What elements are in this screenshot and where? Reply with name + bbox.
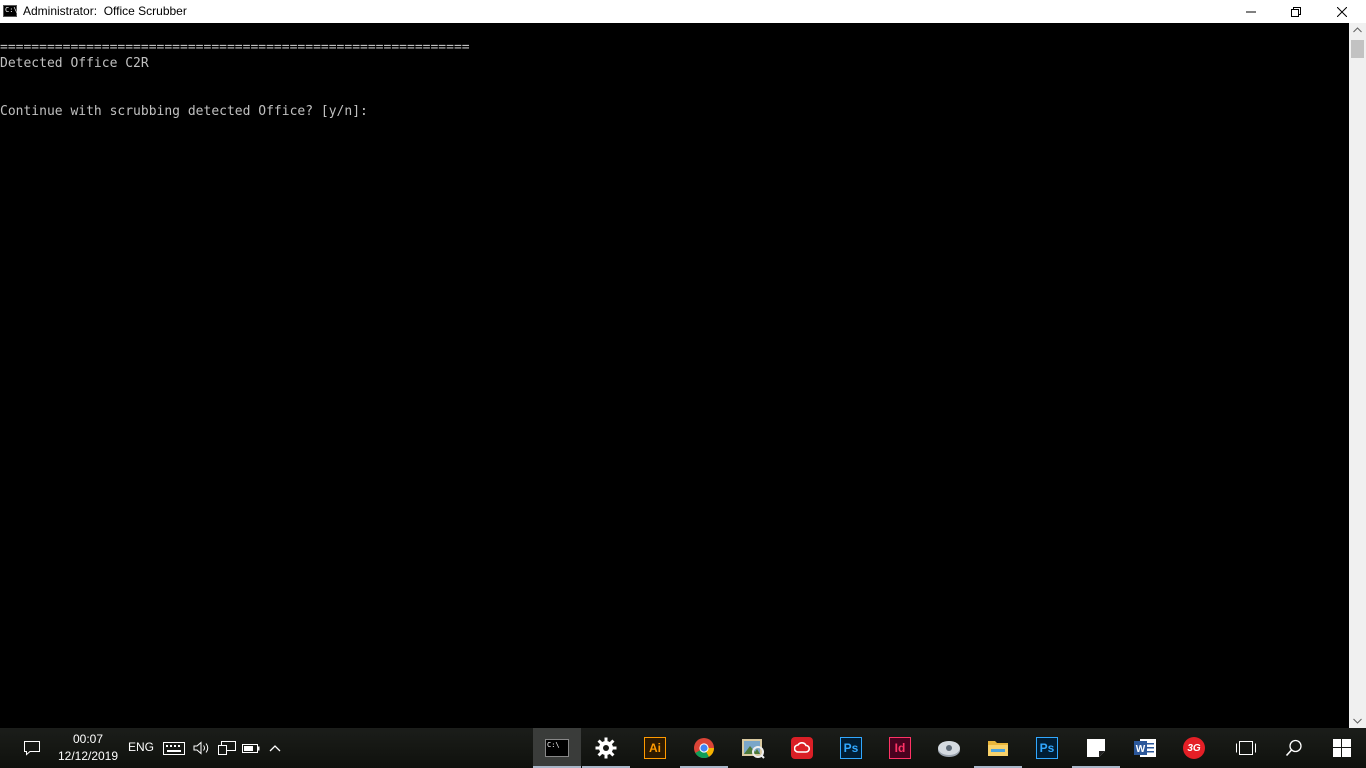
svg-text:W: W <box>1136 744 1146 755</box>
taskbar-app-file-explorer[interactable] <box>974 728 1022 768</box>
taskbar-app-command-prompt[interactable]: C:\ <box>533 728 581 768</box>
action-center-button[interactable] <box>16 728 48 768</box>
taskbar-app-chrome[interactable] <box>680 728 728 768</box>
taskbar-app-sticky-notes[interactable] <box>1072 728 1120 768</box>
disk-utility-icon <box>938 741 960 757</box>
console-output[interactable]: ========================================… <box>0 23 1349 728</box>
network-icon <box>218 741 236 755</box>
battery-icon <box>242 744 260 753</box>
taskbar-app-indesign[interactable]: Id <box>876 728 924 768</box>
taskbar-app-illustrator[interactable]: Ai <box>631 728 679 768</box>
restore-icon <box>1291 6 1301 17</box>
chrome-icon <box>694 738 715 759</box>
photos-icon <box>742 739 765 759</box>
scroll-up-icon[interactable] <box>1353 27 1362 33</box>
touch-keyboard-button[interactable] <box>160 728 188 768</box>
notification-icon <box>24 741 40 756</box>
search-button[interactable] <box>1270 728 1318 768</box>
close-icon <box>1337 6 1347 17</box>
prompt-line: Continue with scrubbing detected Office?… <box>0 104 368 119</box>
battery-button[interactable] <box>239 728 263 768</box>
detected-office-line: Detected Office C2R <box>0 56 149 71</box>
taskbar-app-settings[interactable] <box>582 728 630 768</box>
folder-icon <box>988 741 1008 756</box>
clock[interactable]: 00:07 12/12/2019 <box>50 731 126 765</box>
chevron-up-icon <box>269 745 281 752</box>
minimize-icon <box>1246 11 1256 12</box>
clock-date: 12/12/2019 <box>57 749 119 763</box>
indesign-icon: Id <box>889 737 911 759</box>
taskbar-app-photos[interactable] <box>729 728 777 768</box>
taskbar-app-photoshop[interactable]: Ps <box>827 728 875 768</box>
app-3g-icon: 3G <box>1183 737 1205 759</box>
taskbar-app-creative-cloud[interactable] <box>778 728 826 768</box>
task-view-icon <box>1236 741 1256 755</box>
taskbar-app-word[interactable]: W <box>1121 728 1169 768</box>
task-view-button[interactable] <box>1222 728 1270 768</box>
start-button[interactable] <box>1318 728 1366 768</box>
taskbar: 00:07 12/12/2019 ENG C:\ Ai Ps Id Ps W 3… <box>0 728 1366 768</box>
scroll-down-icon[interactable] <box>1353 718 1362 724</box>
minimize-button[interactable] <box>1228 0 1274 23</box>
taskbar-app-3g[interactable]: 3G <box>1170 728 1218 768</box>
keyboard-icon <box>163 741 185 755</box>
photoshop-icon: Ps <box>840 737 862 759</box>
cmd-window-icon[interactable]: C:\ <box>3 5 18 17</box>
window-title: Administrator: Office Scrubber <box>23 4 187 18</box>
photoshop-icon: Ps <box>1036 737 1058 759</box>
gear-icon <box>595 737 617 759</box>
clock-time: 00:07 <box>72 732 104 746</box>
scroll-thumb[interactable] <box>1351 40 1364 58</box>
language-indicator[interactable]: ENG <box>128 740 154 754</box>
close-button[interactable] <box>1319 0 1365 23</box>
restore-button[interactable] <box>1273 0 1319 23</box>
cmd-icon: C:\ <box>545 739 569 757</box>
separator-line: ========================================… <box>0 40 470 55</box>
network-button[interactable] <box>215 728 239 768</box>
taskbar-app-photoshop-2[interactable]: Ps <box>1023 728 1071 768</box>
windows-logo-icon <box>1333 739 1351 757</box>
taskbar-app-utility[interactable] <box>925 728 973 768</box>
illustrator-icon: Ai <box>644 737 666 759</box>
speaker-icon <box>193 741 209 755</box>
volume-button[interactable] <box>190 728 214 768</box>
sticky-note-icon <box>1087 739 1105 757</box>
word-icon: W <box>1134 739 1156 757</box>
vertical-scrollbar[interactable] <box>1349 23 1366 728</box>
creative-cloud-icon <box>791 737 813 759</box>
search-icon <box>1285 739 1302 757</box>
show-hidden-icons-button[interactable] <box>263 728 287 768</box>
title-bar[interactable]: C:\ Administrator: Office Scrubber <box>0 0 1366 23</box>
